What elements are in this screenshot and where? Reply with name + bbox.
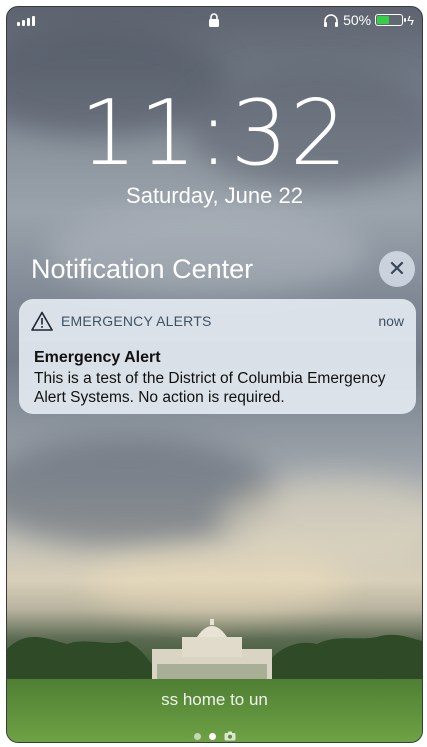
clear-notifications-button[interactable]: ✕ [379, 251, 415, 287]
notification-body: This is a test of the District of Columb… [34, 370, 386, 406]
camera-icon[interactable] [224, 731, 236, 741]
clock-date: Saturday, June 22 [126, 183, 303, 208]
charging-bolt-icon: ϟ [407, 12, 414, 28]
headphone-icon [324, 13, 339, 27]
battery-percent: 50% [343, 12, 372, 28]
signal-icon [17, 16, 35, 26]
press-home-to-unlock-hint: ss home to un [161, 690, 268, 709]
battery-icon [375, 14, 407, 26]
lock-screen: 50% ϟ 11:32 Saturday, June 22 Notificati… [6, 6, 423, 743]
notification-card[interactable]: EMERGENCY ALERTS now Emergency Alert Thi… [19, 299, 416, 414]
status-right: 50% ϟ [323, 12, 414, 28]
notification-title: Emergency Alert [34, 349, 161, 366]
notification-app-name: EMERGENCY ALERTS [61, 313, 212, 329]
clock-time: 11:32 [79, 81, 350, 186]
notification-header: EMERGENCY ALERTS now [31, 311, 404, 331]
notification-center-title: Notification Center [31, 254, 254, 284]
status-bar: 50% ϟ [7, 7, 422, 37]
lock-icon [209, 13, 219, 27]
warning-triangle-icon [31, 311, 53, 331]
wallpaper-cloud [87, 547, 347, 617]
page-dot-active[interactable] [208, 732, 216, 740]
page-indicator[interactable] [7, 731, 422, 741]
page-dot[interactable] [193, 732, 201, 740]
notification-time: now [378, 313, 404, 329]
close-icon: ✕ [387, 256, 407, 281]
